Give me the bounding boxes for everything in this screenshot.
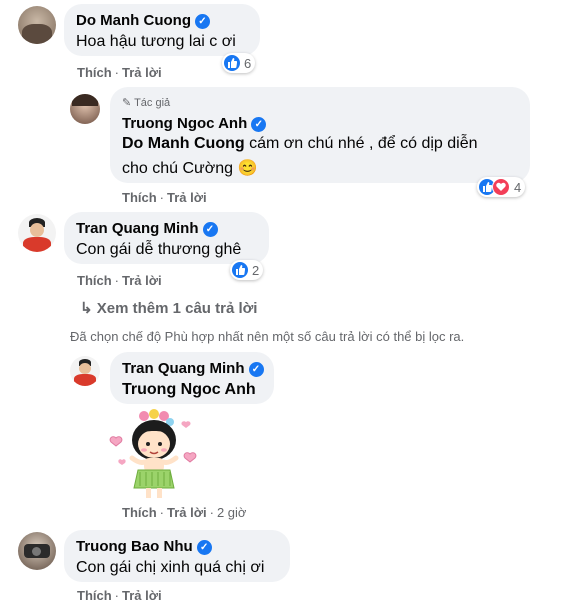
reply-arrow-icon: ↳	[80, 300, 93, 317]
commenter-name-text[interactable]: Truong Ngoc Anh	[122, 115, 247, 132]
like-reaction-icon	[232, 262, 248, 278]
comment-text: Hoa hậu tương lai c ơi	[76, 33, 236, 50]
comment-text: Con gái chị xinh quá chị ơi	[76, 559, 265, 576]
like-link[interactable]: Thích	[77, 273, 112, 288]
author-tag-label: Tác giả	[134, 97, 171, 109]
smiling-emoji-icon: 😊	[237, 160, 258, 177]
love-reaction-icon	[492, 178, 510, 196]
avatar[interactable]	[18, 214, 56, 252]
comment-text-line2: cho chú Cường 😊	[122, 158, 257, 178]
comment-text: Con gái dễ thương ghê	[76, 241, 242, 258]
separator: ·	[159, 505, 165, 520]
comment-text-line2-text: cho chú Cường	[122, 160, 234, 177]
reaction-count: 2	[252, 262, 260, 278]
reaction-count: 6	[244, 55, 252, 71]
mention-link[interactable]: Do Manh Cuong	[122, 135, 245, 152]
view-more-replies-link[interactable]: ↳ Xem thêm 1 câu trả lời	[80, 299, 257, 317]
commenter-name[interactable]: Truong Ngoc Anh ✓	[122, 115, 267, 132]
commenter-name-text[interactable]: Tran Quang Minh	[76, 220, 199, 237]
comment-text: Do Manh Cuong cám ơn chú nhé , để có dịp…	[122, 135, 478, 153]
avatar[interactable]	[70, 94, 100, 124]
separator: ·	[114, 65, 120, 80]
verified-badge-icon: ✓	[248, 362, 264, 377]
commenter-name[interactable]: Tran Quang Minh ✓	[76, 220, 218, 237]
filter-notice: Đã chọn chế độ Phù hợp nhất nên một số c…	[70, 329, 465, 344]
commenter-name-text[interactable]: Truong Bao Nhu	[76, 538, 193, 555]
commenter-name-text[interactable]: Tran Quang Minh	[122, 360, 245, 377]
comment-timestamp[interactable]: 2 giờ	[217, 505, 247, 520]
like-link[interactable]: Thích	[77, 65, 112, 80]
reply-link[interactable]: Trả lời	[167, 190, 207, 205]
girl-sticker-image	[109, 409, 197, 498]
avatar[interactable]	[18, 532, 56, 570]
commenter-name-text[interactable]: Do Manh Cuong	[76, 12, 191, 29]
verified-badge-icon: ✓	[202, 222, 218, 237]
verified-badge-icon: ✓	[194, 14, 210, 29]
reply-link[interactable]: Trả lời	[167, 505, 207, 520]
reaction-summary[interactable]: 2	[230, 260, 264, 280]
reply-link[interactable]: Trả lời	[122, 65, 162, 80]
reaction-count: 4	[514, 179, 522, 195]
avatar[interactable]	[70, 356, 100, 386]
like-link[interactable]: Thích	[122, 505, 157, 520]
avatar[interactable]	[18, 6, 56, 44]
commenter-name[interactable]: Tran Quang Minh ✓	[122, 360, 264, 377]
view-more-replies-label[interactable]: Xem thêm 1 câu trả lời	[97, 300, 258, 317]
reply-link[interactable]: Trả lời	[122, 273, 162, 288]
verified-badge-icon: ✓	[196, 540, 212, 555]
comment-actions: Thích · Trả lời	[77, 273, 162, 288]
separator: ·	[159, 190, 165, 205]
commenter-name[interactable]: Do Manh Cuong ✓	[76, 12, 210, 29]
comment-actions: Thích · Trả lời	[77, 65, 162, 80]
like-reaction-icon	[224, 55, 240, 71]
separator: ·	[209, 505, 214, 520]
author-tag: ✎ Tác giả	[122, 96, 170, 109]
comment-actions: Thích · Trả lời · 2 giờ	[122, 505, 246, 520]
separator: ·	[114, 273, 120, 288]
verified-badge-icon: ✓	[251, 117, 267, 132]
comment-text-line1: cám ơn chú nhé , để có dịp diễn	[244, 135, 478, 152]
commenter-name[interactable]: Truong Bao Nhu ✓	[76, 538, 212, 555]
mention-link[interactable]: Truong Ngoc Anh	[122, 381, 256, 399]
pencil-icon: ✎	[122, 97, 132, 109]
like-link[interactable]: Thích	[122, 190, 157, 205]
comment-actions: Thích · Trả lời	[122, 190, 207, 205]
reaction-summary[interactable]: 6	[222, 53, 256, 73]
reaction-summary[interactable]: 4	[477, 177, 526, 197]
